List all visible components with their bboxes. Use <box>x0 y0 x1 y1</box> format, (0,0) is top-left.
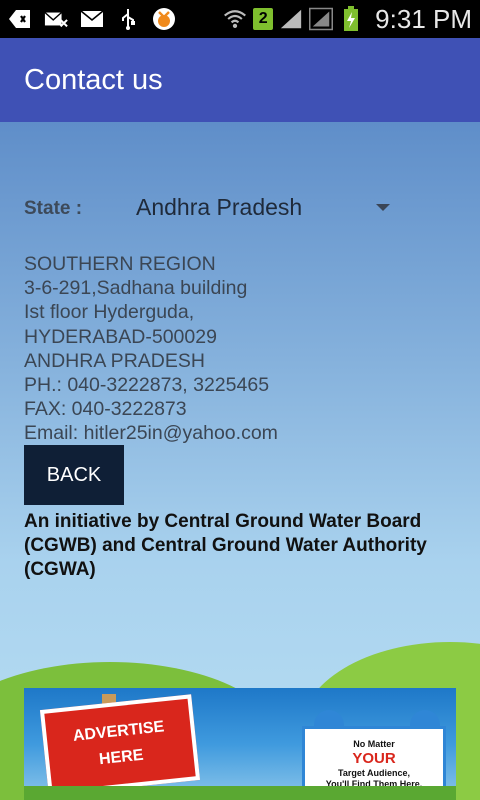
ad-grass <box>24 786 456 800</box>
state-dropdown-value: Andhra Pradesh <box>136 194 303 220</box>
ad-board-line: No Matter <box>353 739 395 749</box>
address-block: SOUTHERN REGION 3-6-291,Sadhana building… <box>24 252 464 446</box>
signal-box-icon <box>309 7 334 31</box>
advertisement-banner[interactable]: ADVERTISE HERE No Matter YOUR Target Aud… <box>24 688 456 800</box>
address-line: 3-6-291,Sadhana building <box>24 277 248 300</box>
battery-charging-icon <box>339 6 363 31</box>
add-notification-icon <box>8 8 32 30</box>
wifi-icon <box>223 8 247 30</box>
state-label: State : <box>24 198 83 219</box>
notification-icons <box>8 6 176 32</box>
dropdown-arrow-icon <box>376 204 390 211</box>
back-button[interactable]: BACK <box>24 445 124 505</box>
status-bar: 2 9:31 PM <box>0 0 480 38</box>
sim-badge: 2 <box>253 8 274 30</box>
clock: 9:31 PM <box>375 3 472 34</box>
address-line: ANDHRA PRADESH <box>24 349 205 372</box>
address-line: SOUTHERN REGION <box>24 253 216 275</box>
ad-board-line: Target Audience, <box>337 768 410 778</box>
state-dropdown[interactable]: Andhra Pradesh <box>136 190 396 226</box>
email-line: Email: hitler25in@yahoo.com <box>24 422 278 445</box>
action-bar: Contact us <box>0 38 480 122</box>
address-line: HYDERABAD-500029 <box>24 325 217 348</box>
fax-line: FAX: 040-3222873 <box>24 398 187 421</box>
advertise-sign: ADVERTISE HERE <box>39 694 201 796</box>
initiative-text: An initiative by Central Ground Water Bo… <box>24 511 427 580</box>
missed-mail-icon <box>44 8 68 30</box>
usb-icon <box>116 8 140 30</box>
app-icon <box>152 8 176 30</box>
system-icons: 2 9:31 PM <box>223 4 472 34</box>
signal-icon <box>279 8 303 30</box>
address-line: Ist floor Hyderguda, <box>24 301 195 324</box>
ad-board-line: YOUR <box>352 750 396 767</box>
page-title: Contact us <box>24 64 163 96</box>
phone-line: PH.: 040-3222873, 3225465 <box>24 374 270 397</box>
contact-content: State : Andhra Pradesh SOUTHERN REGION 3… <box>0 122 480 800</box>
mail-icon <box>80 8 104 30</box>
